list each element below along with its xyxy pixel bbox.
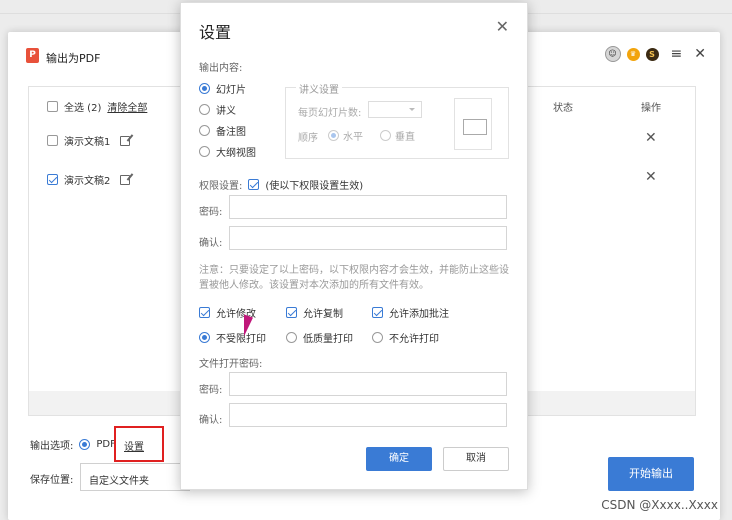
- open-password-section-label: 文件打开密码:: [199, 359, 263, 370]
- open-confirm-label: 确认:: [199, 415, 223, 426]
- watermark: CSDN @Xxxx..Xxxx: [601, 498, 718, 512]
- crown-icon[interactable]: ♛: [626, 47, 640, 61]
- radio[interactable]: [286, 332, 297, 343]
- start-export-button[interactable]: 开始输出: [608, 457, 694, 491]
- output-option-label: 输出选项:: [30, 441, 74, 452]
- pdf-radio-label: PDF: [96, 439, 116, 450]
- order-vertical[interactable]: 垂直: [380, 128, 415, 143]
- option-label: 水平: [343, 132, 363, 143]
- confirm-password-input[interactable]: [229, 226, 507, 250]
- settings-highlight: 设置: [114, 426, 164, 462]
- select-all-checkbox[interactable]: [47, 101, 58, 112]
- option-label: 大纲视图: [216, 148, 256, 159]
- radio[interactable]: [380, 130, 391, 141]
- open-confirm-input[interactable]: [229, 403, 507, 427]
- settings-link[interactable]: 设置: [124, 438, 144, 453]
- remove-file-icon[interactable]: ✕: [645, 169, 657, 185]
- option-label: 不受限打印: [216, 334, 266, 345]
- handout-legend: 讲义设置: [296, 81, 342, 96]
- header-icons: ☺ ♛ S ≡ ✕: [604, 46, 706, 62]
- window-title: 输出为PDF: [46, 52, 101, 65]
- settings-dialog: 设置 ✕ 输出内容: 幻灯片 讲义 备注图 大纲视图 讲义设置 每页幻灯片数: …: [180, 2, 528, 490]
- file-checkbox[interactable]: [47, 174, 58, 185]
- permission-row: 权限设置: (使以下权限设置生效): [199, 177, 363, 192]
- save-location-label: 保存位置:: [30, 475, 74, 486]
- edit-icon[interactable]: [120, 135, 131, 146]
- radio[interactable]: [199, 332, 210, 343]
- action-column-header: 操作: [641, 103, 661, 114]
- confirm-label: 确认:: [199, 238, 223, 249]
- print-unrestricted[interactable]: 不受限打印: [199, 330, 266, 345]
- permission-note: 注意：只要设定了以上密码，以下权限内容才会生效，并能防止这些设置被他人修改。该设…: [199, 265, 509, 291]
- permission-checkbox[interactable]: [248, 179, 260, 190]
- content-option-outline[interactable]: 大纲视图: [199, 144, 256, 159]
- output-options: 输出选项: PDF: [30, 437, 116, 452]
- allow-annotate[interactable]: 允许添加批注: [372, 305, 449, 320]
- content-option-handout[interactable]: 讲义: [199, 102, 236, 117]
- password-input[interactable]: [229, 195, 507, 219]
- checkbox[interactable]: [372, 307, 383, 318]
- status-column-header: 状态: [553, 103, 573, 114]
- remove-file-icon[interactable]: ✕: [645, 130, 657, 146]
- option-label: 允许添加批注: [389, 309, 449, 320]
- close-icon[interactable]: ✕: [694, 46, 706, 62]
- select-all-label: 全选 (2): [64, 103, 102, 114]
- order-horizontal[interactable]: 水平: [328, 128, 363, 143]
- pdf-logo-icon: P: [26, 48, 39, 63]
- file-name: 演示文稿1: [64, 137, 111, 148]
- output-content-label: 输出内容:: [199, 63, 243, 74]
- radio[interactable]: [199, 104, 210, 115]
- file-row[interactable]: 演示文稿1: [47, 133, 131, 148]
- content-option-notes[interactable]: 备注图: [199, 123, 246, 138]
- ok-button[interactable]: 确定: [366, 447, 432, 471]
- open-password-input[interactable]: [229, 372, 507, 396]
- select-all-row: 全选 (2) 清除全部: [47, 99, 147, 114]
- handout-settings: 讲义设置 每页幻灯片数: 顺序 水平 垂直: [285, 81, 509, 159]
- permission-label: 权限设置:: [199, 181, 243, 192]
- open-password-label: 密码:: [199, 385, 223, 396]
- dialog-close-icon[interactable]: ✕: [496, 17, 509, 36]
- edit-icon[interactable]: [120, 174, 131, 185]
- file-checkbox[interactable]: [47, 135, 58, 146]
- file-row[interactable]: 演示文稿2: [47, 172, 131, 187]
- print-disallow[interactable]: 不允许打印: [372, 330, 439, 345]
- radio[interactable]: [372, 332, 383, 343]
- layout-preview: [454, 98, 492, 150]
- pdf-radio[interactable]: [79, 439, 91, 450]
- s-badge-icon[interactable]: S: [645, 47, 659, 61]
- checkbox[interactable]: [199, 307, 210, 318]
- option-label: 垂直: [395, 132, 415, 143]
- slides-per-page-select[interactable]: [368, 101, 422, 118]
- option-label: 允许复制: [303, 309, 343, 320]
- option-label: 备注图: [216, 127, 246, 138]
- print-low-quality[interactable]: 低质量打印: [286, 330, 353, 345]
- order-label: 顺序: [298, 133, 318, 144]
- slides-per-page-label: 每页幻灯片数:: [298, 108, 362, 119]
- option-label: 不允许打印: [389, 334, 439, 345]
- clear-all-link[interactable]: 清除全部: [107, 99, 147, 114]
- password-label: 密码:: [199, 207, 223, 218]
- permission-hint: (使以下权限设置生效): [265, 181, 364, 192]
- radio[interactable]: [199, 83, 210, 94]
- allow-copy[interactable]: 允许复制: [286, 305, 343, 320]
- menu-icon[interactable]: ≡: [671, 46, 683, 62]
- content-option-slides[interactable]: 幻灯片: [199, 81, 246, 96]
- cancel-button[interactable]: 取消: [443, 447, 509, 471]
- option-label: 讲义: [216, 106, 236, 117]
- radio[interactable]: [199, 125, 210, 136]
- save-location-select[interactable]: 自定义文件夹: [80, 463, 190, 491]
- avatar[interactable]: ☺: [604, 46, 621, 62]
- file-name: 演示文稿2: [64, 176, 111, 187]
- radio[interactable]: [199, 146, 210, 157]
- radio[interactable]: [328, 130, 339, 141]
- option-label: 幻灯片: [216, 85, 246, 96]
- option-label: 低质量打印: [303, 334, 353, 345]
- checkbox[interactable]: [286, 307, 297, 318]
- dialog-title: 设置: [199, 23, 232, 42]
- mouse-cursor-icon: [244, 314, 253, 340]
